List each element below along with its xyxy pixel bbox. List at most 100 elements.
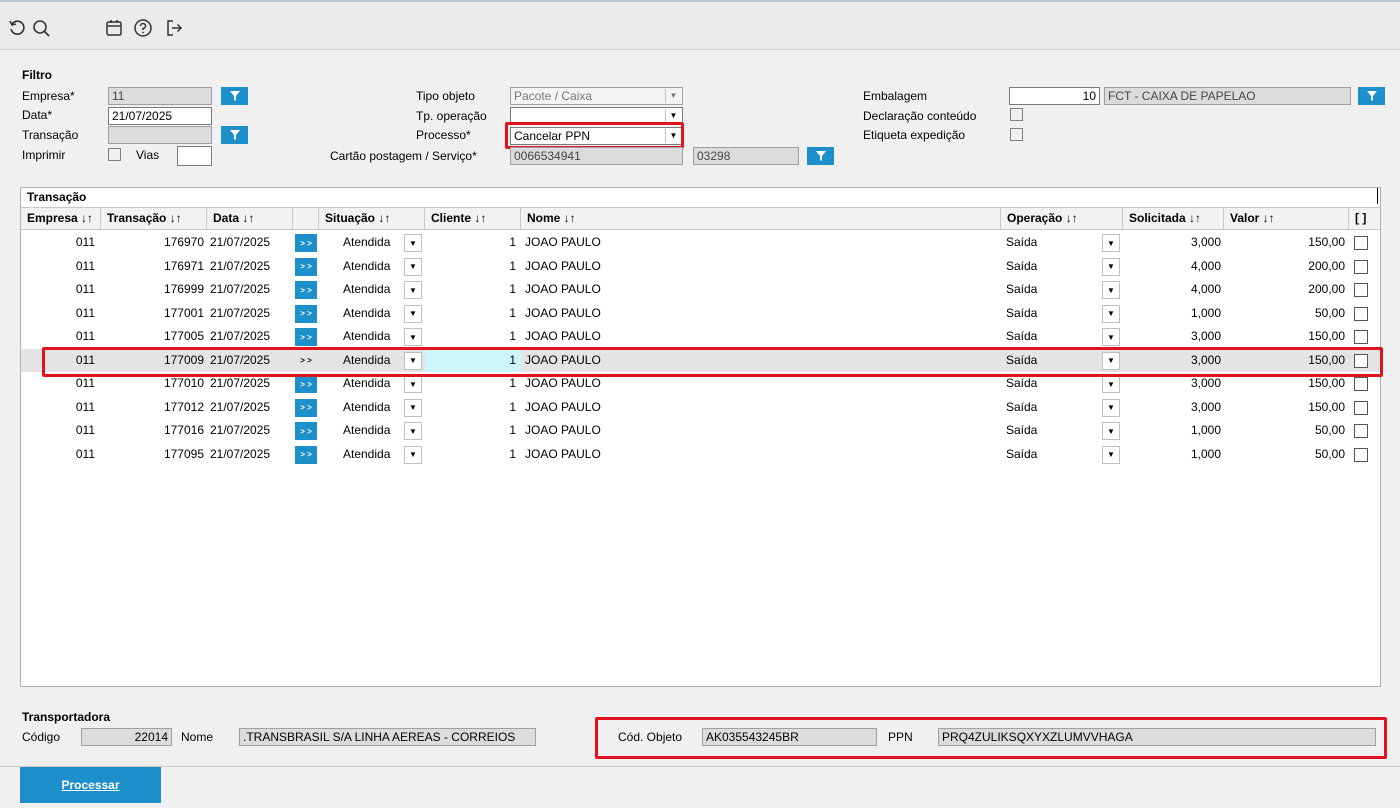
- data-label: Data*: [22, 108, 53, 122]
- ppn-field[interactable]: PRQ4ZULIKSQXYXZLUMVVHAGA: [938, 728, 1376, 746]
- col-situacao[interactable]: Situação ↓↑: [319, 208, 425, 229]
- cell-cliente[interactable]: 1: [425, 348, 521, 372]
- tipo-objeto-select[interactable]: Pacote / Caixa ▼: [510, 87, 683, 105]
- row-checkbox[interactable]: [1354, 306, 1368, 321]
- refresh-icon[interactable]: [6, 17, 28, 39]
- row-checkbox[interactable]: [1354, 236, 1368, 250]
- operacao-dropdown[interactable]: ▼: [1102, 445, 1120, 464]
- cartao-field[interactable]: 0066534941: [510, 147, 683, 165]
- operacao-dropdown[interactable]: ▼: [1102, 375, 1120, 393]
- imprimir-checkbox[interactable]: [108, 148, 121, 161]
- search-icon[interactable]: [30, 17, 52, 39]
- col-nome[interactable]: Nome ↓↑: [521, 208, 1001, 229]
- table-row[interactable]: 011 177010 21/07/2025 > > Atendida ▼ 1 JOAO PAU…: [21, 372, 1380, 395]
- table-row[interactable]: 011 177005 21/07/2025 > > Atendida ▼ 1 JOAO PAU…: [21, 325, 1380, 348]
- col-valor[interactable]: Valor ↓↑: [1224, 208, 1349, 229]
- operacao-dropdown[interactable]: ▼: [1102, 422, 1120, 440]
- open-transacao-button[interactable]: > >: [295, 352, 317, 370]
- col-solicitada[interactable]: Solicitada ↓↑: [1123, 208, 1224, 229]
- row-checkbox[interactable]: [1354, 377, 1368, 391]
- processo-select[interactable]: Cancelar PPN ▼: [510, 127, 683, 145]
- ppn-label: PPN: [888, 730, 913, 744]
- cell-cliente[interactable]: 1: [425, 372, 521, 395]
- col-empresa[interactable]: Empresa ↓↑: [21, 208, 101, 229]
- situacao-dropdown[interactable]: ▼: [404, 234, 422, 252]
- col-select-all[interactable]: [ ]: [1349, 208, 1380, 229]
- open-transacao-button[interactable]: > >: [295, 328, 317, 346]
- open-transacao-button[interactable]: > >: [295, 281, 317, 299]
- exit-icon[interactable]: [163, 17, 185, 39]
- open-transacao-button[interactable]: > >: [295, 257, 317, 276]
- operacao-dropdown[interactable]: ▼: [1102, 234, 1120, 252]
- cell-cliente[interactable]: 1: [425, 302, 521, 325]
- table-row[interactable]: 011 176999 21/07/2025 > > Atendida ▼ 1 JOAO PAU…: [21, 278, 1380, 301]
- operacao-dropdown[interactable]: ▼: [1102, 351, 1120, 370]
- row-checkbox[interactable]: [1354, 283, 1368, 297]
- cell-empresa: 011: [75, 305, 95, 320]
- open-transacao-button[interactable]: > >: [295, 422, 317, 440]
- row-checkbox[interactable]: [1354, 259, 1368, 274]
- cell-data: 21/07/2025: [210, 423, 271, 437]
- col-cliente[interactable]: Cliente ↓↑: [425, 208, 521, 229]
- table-row[interactable]: 011 177012 21/07/2025 > > Atendida ▼ 1 JOAO PAU…: [21, 396, 1380, 419]
- table-row[interactable]: 011 177016 21/07/2025 > > Atendida ▼ 1 JOAO PAU…: [21, 419, 1380, 442]
- declaracao-checkbox[interactable]: [1010, 108, 1023, 121]
- cell-cliente[interactable]: 1: [425, 325, 521, 348]
- data-field[interactable]: 21/07/2025: [108, 107, 212, 125]
- situacao-dropdown[interactable]: ▼: [404, 422, 422, 440]
- vias-field[interactable]: [177, 146, 212, 166]
- open-transacao-button[interactable]: > >: [295, 234, 317, 252]
- col-operacao[interactable]: Operação ↓↑: [1001, 208, 1123, 229]
- cell-cliente[interactable]: 1: [425, 419, 521, 442]
- row-checkbox[interactable]: [1354, 424, 1368, 438]
- row-checkbox[interactable]: [1354, 353, 1368, 368]
- tp-operacao-select[interactable]: ▼: [510, 107, 683, 125]
- situacao-dropdown[interactable]: ▼: [404, 281, 422, 299]
- row-checkbox[interactable]: [1354, 447, 1368, 462]
- col-transacao[interactable]: Transação ↓↑: [101, 208, 207, 229]
- embalagem-code-field[interactable]: 10: [1009, 87, 1100, 105]
- operacao-dropdown[interactable]: ▼: [1102, 398, 1120, 417]
- servico-field[interactable]: 03298: [693, 147, 799, 165]
- table-row[interactable]: 011 176970 21/07/2025 > > Atendida ▼ 1 JOAO PAU…: [21, 231, 1380, 254]
- cod-objeto-field[interactable]: AK035543245BR: [702, 728, 877, 746]
- embalagem-filter-button[interactable]: [1358, 87, 1385, 105]
- row-checkbox[interactable]: [1354, 400, 1368, 415]
- empresa-field[interactable]: 11: [108, 87, 212, 105]
- cell-cliente[interactable]: 1: [425, 443, 521, 466]
- cartao-filter-button[interactable]: [807, 147, 834, 165]
- situacao-dropdown[interactable]: ▼: [404, 328, 422, 346]
- transacao-filter-button[interactable]: [221, 126, 248, 144]
- table-row[interactable]: 011 177001 21/07/2025 > > Atendida ▼ 1 JOAO PAU…: [21, 302, 1380, 325]
- transacao-field[interactable]: [108, 126, 212, 144]
- operacao-dropdown[interactable]: ▼: [1102, 257, 1120, 276]
- row-checkbox[interactable]: [1354, 330, 1368, 344]
- situacao-dropdown[interactable]: ▼: [404, 375, 422, 393]
- open-transacao-button[interactable]: > >: [295, 398, 317, 417]
- situacao-dropdown[interactable]: ▼: [404, 445, 422, 464]
- table-row[interactable]: 011 176971 21/07/2025 > > Atendida ▼ 1 JOAO PAU…: [21, 255, 1380, 278]
- help-icon[interactable]: [132, 17, 154, 39]
- empresa-filter-button[interactable]: [221, 87, 248, 105]
- calendar-icon[interactable]: [103, 17, 125, 39]
- cell-cliente[interactable]: 1: [425, 396, 521, 419]
- situacao-dropdown[interactable]: ▼: [404, 304, 422, 323]
- table-row[interactable]: 011 177009 21/07/2025 > > Atendida ▼ 1 JOAO PAU…: [21, 348, 1380, 372]
- situacao-dropdown[interactable]: ▼: [404, 398, 422, 417]
- situacao-dropdown[interactable]: ▼: [404, 351, 422, 370]
- open-transacao-button[interactable]: > >: [295, 445, 317, 464]
- processar-button[interactable]: Processar: [20, 767, 161, 803]
- cell-cliente[interactable]: 1: [425, 255, 521, 278]
- etiqueta-checkbox[interactable]: [1010, 128, 1023, 141]
- situacao-dropdown[interactable]: ▼: [404, 257, 422, 276]
- open-transacao-button[interactable]: > >: [295, 375, 317, 393]
- operacao-dropdown[interactable]: ▼: [1102, 304, 1120, 323]
- cell-cliente[interactable]: 1: [425, 278, 521, 301]
- col-data[interactable]: Data ↓↑: [207, 208, 293, 229]
- open-transacao-button[interactable]: > >: [295, 304, 317, 323]
- table-row[interactable]: 011 177095 21/07/2025 > > Atendida ▼ 1 JOAO PAU…: [21, 443, 1380, 466]
- operacao-dropdown[interactable]: ▼: [1102, 328, 1120, 346]
- cell-cliente[interactable]: 1: [425, 231, 521, 254]
- grid-title: Transação: [27, 190, 87, 204]
- operacao-dropdown[interactable]: ▼: [1102, 281, 1120, 299]
